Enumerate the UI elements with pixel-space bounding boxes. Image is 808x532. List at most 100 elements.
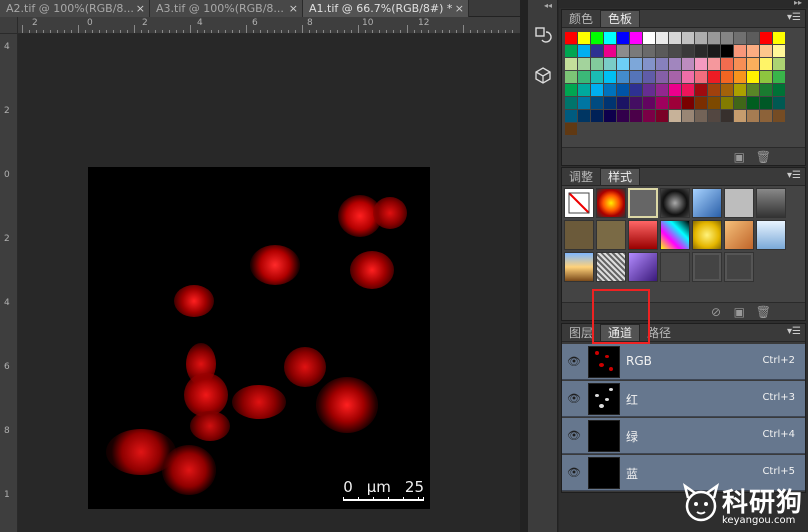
color-swatch[interactable] [565, 71, 577, 83]
color-swatch[interactable] [630, 32, 642, 44]
color-swatch[interactable] [760, 45, 772, 57]
color-swatch[interactable] [734, 84, 746, 96]
tab-a1[interactable]: A1.tif @ 66.7%(RGB/8#) * × [303, 0, 469, 17]
tab-adjustments[interactable]: 调整 [562, 169, 600, 185]
color-swatch[interactable] [682, 71, 694, 83]
color-swatch[interactable] [721, 110, 733, 122]
color-swatch[interactable] [669, 97, 681, 109]
eye-icon[interactable]: 👁 [566, 392, 582, 406]
color-swatch[interactable] [643, 84, 655, 96]
color-swatch[interactable] [760, 71, 772, 83]
color-swatch[interactable] [669, 32, 681, 44]
color-swatch[interactable] [617, 110, 629, 122]
color-swatch[interactable] [773, 110, 785, 122]
color-swatch[interactable] [565, 97, 577, 109]
trash-icon[interactable]: 🗑 [756, 150, 771, 164]
color-swatch[interactable] [604, 32, 616, 44]
color-swatch[interactable] [721, 58, 733, 70]
color-swatch[interactable] [695, 45, 707, 57]
color-swatch[interactable] [656, 58, 668, 70]
color-swatch[interactable] [734, 58, 746, 70]
color-swatch[interactable] [760, 84, 772, 96]
color-swatch[interactable] [669, 71, 681, 83]
panel-menu-icon[interactable]: ▾☰ [787, 12, 801, 23]
color-swatch[interactable] [617, 58, 629, 70]
style-swatch[interactable] [756, 188, 786, 218]
color-swatch[interactable] [682, 97, 694, 109]
eye-icon[interactable]: 👁 [566, 355, 582, 369]
color-swatch[interactable] [630, 58, 642, 70]
3d-icon[interactable] [530, 62, 556, 88]
color-swatch[interactable] [565, 45, 577, 57]
style-swatch[interactable] [724, 220, 754, 250]
color-swatch[interactable] [695, 32, 707, 44]
horizontal-ruler[interactable]: 2 0 2 4 6 8 10 12 [18, 17, 520, 34]
tab-a2[interactable]: A2.tif @ 100%(RGB/8... × [0, 0, 150, 17]
style-swatch[interactable] [692, 220, 722, 250]
color-swatch[interactable] [604, 97, 616, 109]
panel-menu-icon[interactable]: ▾☰ [787, 326, 801, 337]
color-swatch[interactable] [604, 110, 616, 122]
color-swatch[interactable] [682, 110, 694, 122]
color-swatch[interactable] [643, 71, 655, 83]
color-swatch[interactable] [578, 110, 590, 122]
color-swatch[interactable] [708, 97, 720, 109]
color-swatch[interactable] [656, 110, 668, 122]
channel-row-green[interactable]: 👁 绿 Ctrl+4 [562, 418, 805, 454]
color-swatch[interactable] [578, 58, 590, 70]
color-swatch[interactable] [747, 58, 759, 70]
color-swatch[interactable] [773, 45, 785, 57]
color-swatch[interactable] [708, 84, 720, 96]
color-swatch[interactable] [656, 32, 668, 44]
color-swatch[interactable] [760, 58, 772, 70]
color-swatch[interactable] [747, 110, 759, 122]
style-swatch[interactable] [596, 220, 626, 250]
style-swatch[interactable] [628, 252, 658, 282]
color-swatch[interactable] [682, 58, 694, 70]
style-swatch[interactable] [660, 188, 690, 218]
color-swatch[interactable] [747, 84, 759, 96]
color-swatch[interactable] [760, 32, 772, 44]
color-swatch[interactable] [695, 97, 707, 109]
color-swatch[interactable] [695, 71, 707, 83]
color-swatch[interactable] [721, 97, 733, 109]
style-swatch[interactable] [756, 220, 786, 250]
style-swatch[interactable] [692, 252, 722, 282]
trash-icon[interactable]: 🗑 [756, 305, 771, 319]
color-swatch[interactable] [669, 58, 681, 70]
color-swatch[interactable] [591, 110, 603, 122]
color-swatch[interactable] [617, 45, 629, 57]
color-swatch[interactable] [591, 45, 603, 57]
color-swatch[interactable] [773, 71, 785, 83]
color-swatch[interactable] [604, 84, 616, 96]
color-swatch[interactable] [604, 58, 616, 70]
color-swatch[interactable] [565, 58, 577, 70]
color-swatch[interactable] [747, 71, 759, 83]
expand-icon[interactable]: ▸▸ [794, 0, 802, 7]
color-swatch[interactable] [656, 97, 668, 109]
color-swatch[interactable] [591, 97, 603, 109]
style-swatch[interactable] [596, 188, 626, 218]
color-swatch[interactable] [591, 58, 603, 70]
style-swatch[interactable] [628, 220, 658, 250]
style-swatch[interactable] [660, 252, 690, 282]
close-icon[interactable]: × [136, 0, 145, 17]
style-none[interactable] [564, 188, 594, 218]
color-swatch[interactable] [695, 110, 707, 122]
color-swatch[interactable] [643, 97, 655, 109]
color-swatch[interactable] [643, 58, 655, 70]
color-swatch[interactable] [578, 45, 590, 57]
color-swatch[interactable] [773, 97, 785, 109]
color-swatch[interactable] [708, 58, 720, 70]
color-swatch[interactable] [656, 71, 668, 83]
color-swatch[interactable] [591, 32, 603, 44]
color-swatch[interactable] [630, 110, 642, 122]
color-swatch[interactable] [708, 32, 720, 44]
tab-color[interactable]: 颜色 [562, 11, 600, 27]
panel-menu-icon[interactable]: ▾☰ [787, 170, 801, 181]
history-icon[interactable] [530, 22, 556, 48]
color-swatch[interactable] [630, 97, 642, 109]
color-swatch[interactable] [760, 110, 772, 122]
tab-a3[interactable]: A3.tif @ 100%(RGB/8... × [150, 0, 303, 17]
color-swatch[interactable] [747, 32, 759, 44]
